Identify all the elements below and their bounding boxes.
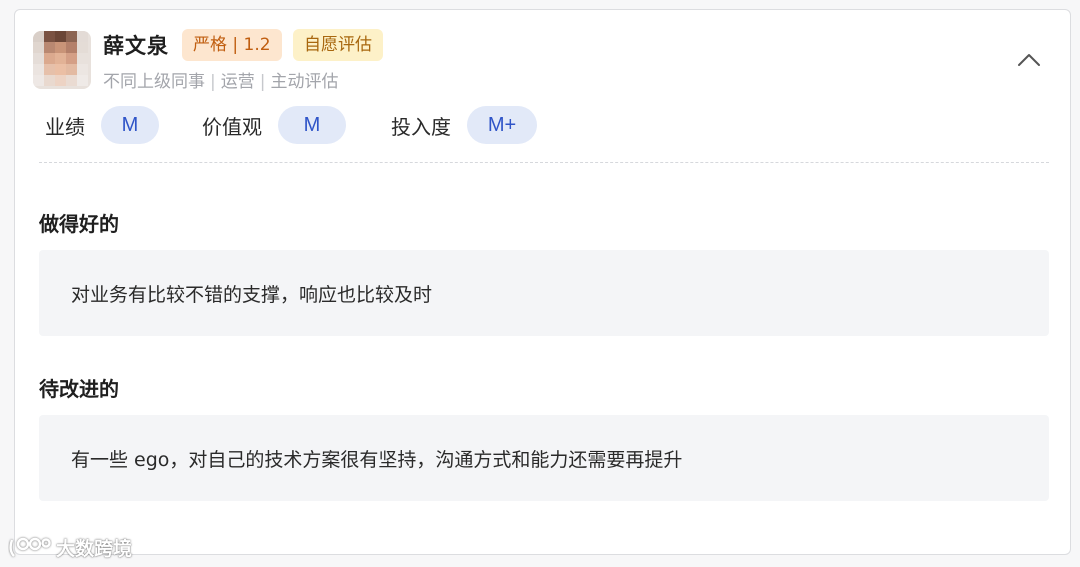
section-content-improve: 有一些 ego，对自己的技术方案很有坚持，沟通方式和能力还需要再提升 bbox=[39, 415, 1049, 501]
score-label-performance: 业绩 bbox=[45, 114, 85, 139]
review-card: 薛文泉 严格 | 1.2 自愿评估 不同上级同事 | 运营 | 主动评估 业绩 M 价值… bbox=[14, 9, 1071, 555]
score-values: 价值观 M bbox=[202, 105, 346, 145]
score-value-engagement: M+ bbox=[467, 106, 537, 144]
score-label-values: 价值观 bbox=[202, 114, 262, 139]
relation-label: 不同上级同事 bbox=[103, 72, 205, 92]
watermark-text: 大数跨境 bbox=[56, 537, 133, 560]
score-value-performance: M bbox=[101, 106, 159, 144]
section-title-good: 做得好的 bbox=[39, 212, 119, 236]
good-text: 对业务有比较不错的支撑，响应也比较及时 bbox=[71, 283, 433, 306]
eval-type-label: 主动评估 bbox=[270, 72, 339, 92]
logo-icon bbox=[9, 537, 51, 557]
reviewer-meta: 不同上级同事 | 运营 | 主动评估 bbox=[103, 67, 338, 92]
score-value-values: M bbox=[278, 106, 346, 144]
avatar bbox=[33, 31, 91, 89]
dashed-divider bbox=[39, 162, 1049, 163]
section-content-good: 对业务有比较不错的支撑，响应也比较及时 bbox=[39, 250, 1049, 336]
department-label: 运营 bbox=[220, 72, 255, 92]
score-performance: 业绩 M bbox=[45, 105, 159, 145]
meta-separator: | bbox=[259, 72, 266, 92]
strictness-badge: 严格 | 1.2 bbox=[182, 29, 282, 61]
score-label-engagement: 投入度 bbox=[391, 114, 451, 139]
improve-text: 有一些 ego，对自己的技术方案很有坚持，沟通方式和能力还需要再提升 bbox=[71, 448, 683, 471]
self-eval-badge: 自愿评估 bbox=[293, 29, 383, 61]
section-title-improve: 待改进的 bbox=[39, 377, 119, 401]
score-engagement: 投入度 M+ bbox=[391, 105, 537, 145]
chevron-up-icon[interactable] bbox=[1011, 46, 1047, 74]
watermark: 大数跨境 bbox=[8, 533, 132, 561]
reviewer-name: 薛文泉 bbox=[103, 34, 169, 58]
meta-separator: | bbox=[210, 72, 216, 92]
